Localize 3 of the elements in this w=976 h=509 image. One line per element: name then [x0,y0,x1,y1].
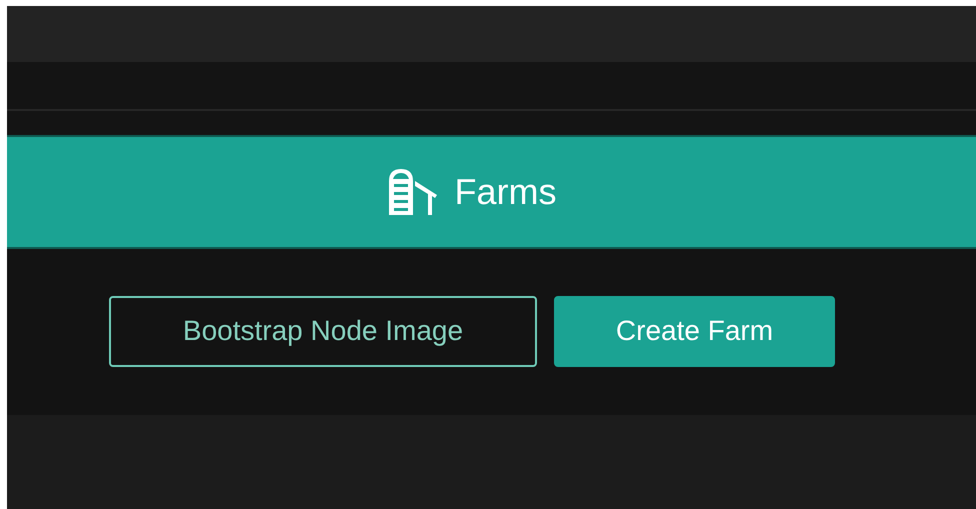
page-title: Farms [454,171,556,213]
silo-icon [386,167,436,217]
bootstrap-button[interactable]: Bootstrap Node Image [109,296,537,366]
